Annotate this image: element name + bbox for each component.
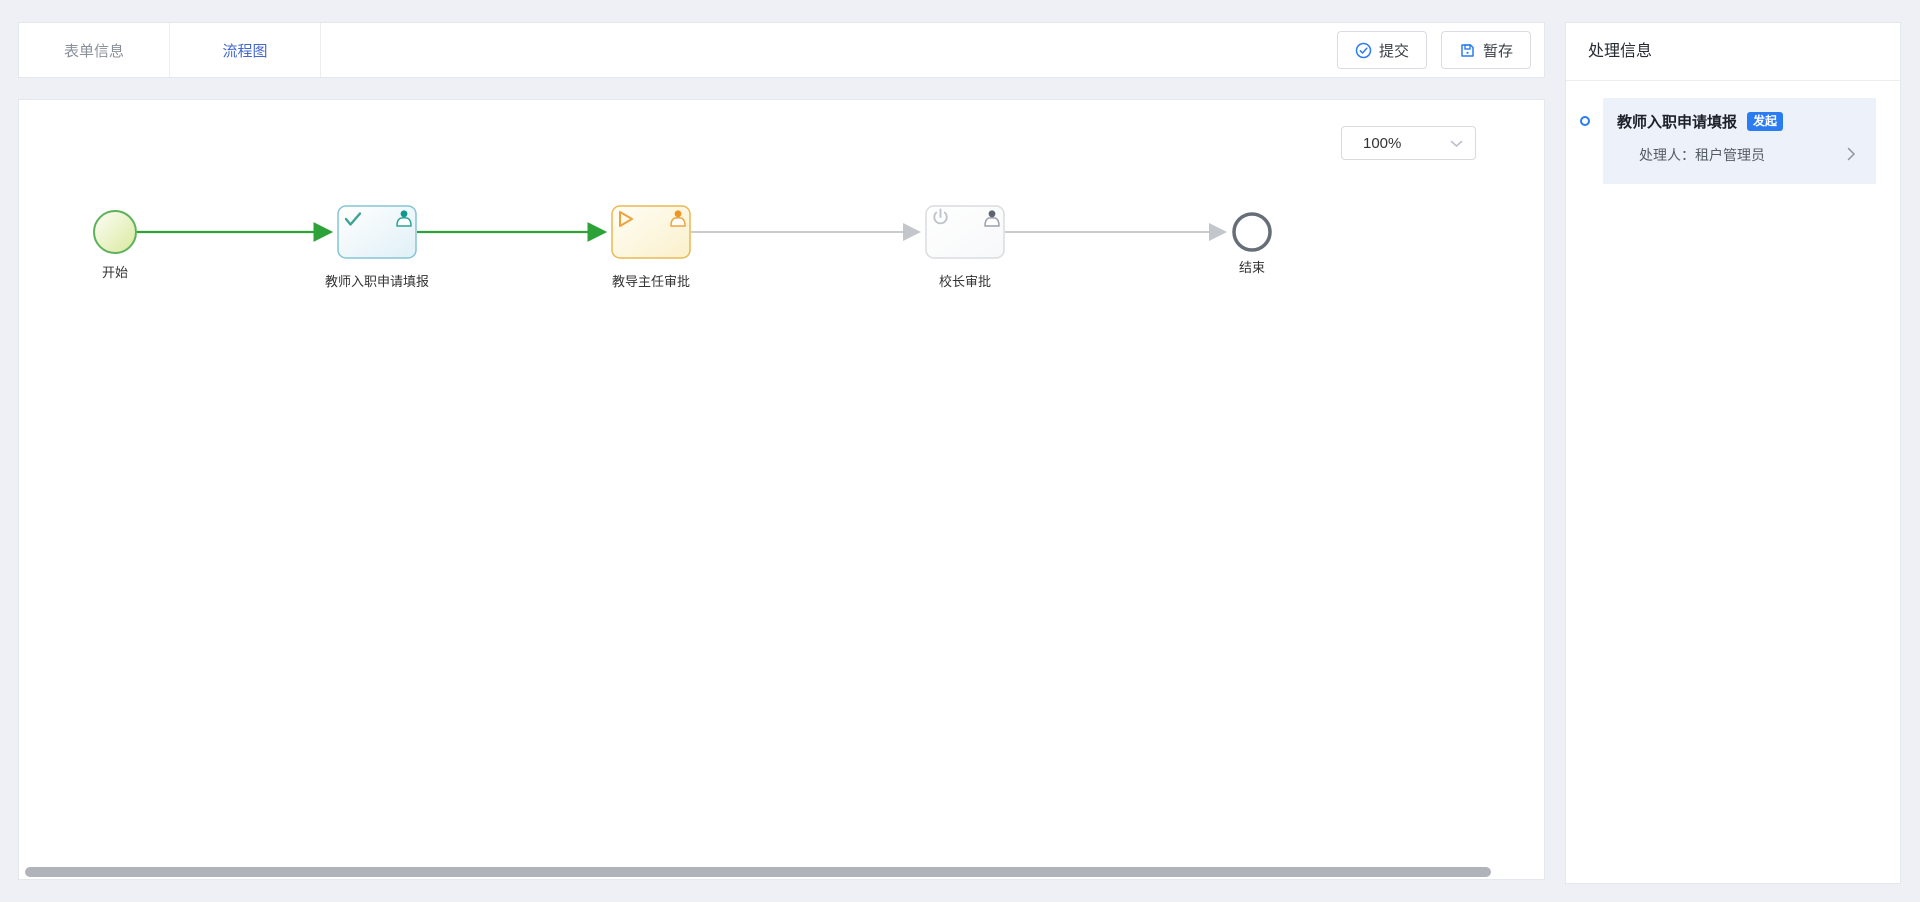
task1-node-label: 教师入职申请填报 — [325, 274, 429, 289]
timeline-bullet-icon — [1580, 116, 1590, 126]
task-node-director-approval[interactable] — [612, 206, 690, 258]
task-node-apply[interactable] — [338, 206, 416, 258]
status-badge: 发起 — [1747, 112, 1783, 132]
handler-name: 租户管理员 — [1695, 145, 1765, 165]
process-step-header: 教师入职申请填报 发起 — [1617, 111, 1862, 132]
task3-node-label: 校长审批 — [939, 274, 991, 289]
task-node-principal-approval[interactable] — [926, 206, 1004, 258]
process-step-title: 教师入职申请填报 — [1617, 111, 1737, 132]
start-event-node[interactable] — [94, 211, 136, 253]
top-tab-bar: 表单信息 流程图 提交 — [18, 22, 1545, 78]
process-step-handler: 处理人： 租户管理员 — [1639, 145, 1862, 165]
save-draft-button-label: 暂存 — [1483, 40, 1513, 61]
scrollbar-thumb[interactable] — [25, 867, 1491, 877]
flow-diagram: 开始 教师入职申请填报 教导主任审批 — [19, 100, 1546, 860]
app-root: 表单信息 流程图 提交 — [0, 0, 1920, 902]
end-node-label: 结束 — [1239, 260, 1265, 275]
save-icon — [1459, 42, 1476, 59]
save-draft-button[interactable]: 暂存 — [1441, 31, 1531, 69]
panel-title: 处理信息 — [1566, 23, 1900, 81]
horizontal-scrollbar[interactable] — [19, 865, 1544, 879]
submit-button[interactable]: 提交 — [1337, 31, 1427, 69]
process-step-item[interactable]: 教师入职申请填报 发起 处理人： 租户管理员 — [1603, 98, 1876, 184]
chevron-right-icon — [1847, 147, 1856, 164]
tab-flowchart-label: 流程图 — [222, 40, 267, 61]
tab-flowchart[interactable]: 流程图 — [170, 23, 321, 77]
chevron-down-icon — [1450, 135, 1463, 152]
tab-form-info[interactable]: 表单信息 — [19, 23, 170, 77]
end-event-node[interactable] — [1234, 214, 1270, 250]
zoom-value: 100% — [1363, 135, 1401, 152]
flow-canvas: 开始 教师入职申请填报 教导主任审批 — [18, 99, 1545, 880]
toolbar: 提交 暂存 — [1337, 23, 1544, 77]
task2-node-label: 教导主任审批 — [612, 274, 690, 289]
tab-form-info-label: 表单信息 — [64, 40, 124, 61]
start-node-label: 开始 — [102, 265, 128, 280]
submit-button-label: 提交 — [1379, 40, 1409, 61]
check-circle-icon — [1355, 42, 1372, 59]
process-info-panel: 处理信息 教师入职申请填报 发起 处理人： 租户管理员 — [1565, 22, 1901, 884]
handler-label: 处理人： — [1639, 145, 1695, 165]
zoom-select[interactable]: 100% — [1341, 126, 1476, 160]
